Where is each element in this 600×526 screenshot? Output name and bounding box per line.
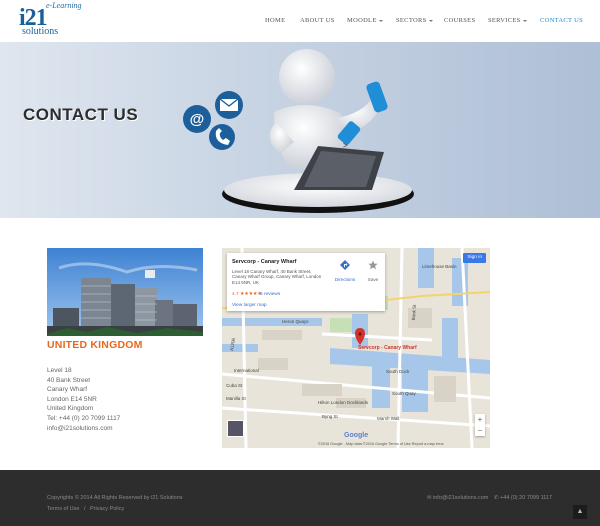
nav-services[interactable]: SERVICES <box>488 17 527 24</box>
location-map[interactable]: Heron Quays Bank St Cuba St Manilla St B… <box>222 248 490 448</box>
nav-sectors[interactable]: SECTORS <box>396 17 433 24</box>
nav-moodle[interactable]: MOODLE <box>347 17 383 24</box>
footer-links: Terms of Use / Privacy Policy <box>47 506 124 512</box>
map-label: South Dock <box>386 369 410 374</box>
address-line: 40 Bank Street <box>47 376 90 384</box>
svg-text:>: > <box>343 141 348 150</box>
address-line: United Kingdom <box>47 405 94 413</box>
satellite-toggle[interactable] <box>227 420 244 437</box>
svg-text:@: @ <box>190 111 205 128</box>
office-phone: Tel: +44 (0) 20 7099 1117 <box>47 414 121 422</box>
zoom-out-button[interactable]: − <box>475 425 485 436</box>
place-address: Level 18 Canary Wharf, 40 Bank Street, C… <box>232 269 322 285</box>
map-label: Marsh Wall <box>377 416 400 421</box>
directions-icon <box>340 260 350 270</box>
zoom-controls: + − <box>475 414 485 436</box>
map-marker-label: Servcorp - Canary Wharf <box>358 345 417 351</box>
sign-in-button[interactable]: Sign in <box>463 253 486 263</box>
page-title: CONTACT US <box>23 105 139 124</box>
map-label: Manilla St <box>226 396 246 401</box>
phone-icon: ✆ <box>493 495 499 501</box>
map-label: Byng St <box>322 414 338 419</box>
map-label: International <box>234 368 259 373</box>
office-building-photo <box>47 248 203 336</box>
footer-phone: +44 (0) 20 7099 1117 <box>500 495 552 501</box>
nav-moodle-label: MOODLE <box>347 17 377 24</box>
google-logo: Google <box>344 432 369 439</box>
map-label: Heron Quays <box>282 319 309 324</box>
view-larger-map-link[interactable]: View larger map <box>232 303 267 308</box>
site-header: e-Learning i21 solutions HOME ABOUT US M… <box>0 0 600 42</box>
terms-link[interactable]: Terms of Use <box>47 506 79 512</box>
save-button[interactable]: Save <box>363 257 383 282</box>
address-line: London E14 5NR <box>47 395 97 403</box>
chevron-down-icon <box>428 19 433 22</box>
site-footer: Copyrights © 2014 All Rights Reserved by… <box>0 470 600 526</box>
privacy-link[interactable]: Privacy Policy <box>90 506 124 512</box>
directions-label: Directions <box>334 277 356 282</box>
map-label: Limehouse Basin <box>422 264 457 269</box>
zoom-in-button[interactable]: + <box>475 414 485 425</box>
footer-email[interactable]: info@i21solutions.com <box>433 495 488 501</box>
place-name: Servcorp - Canary Wharf <box>232 259 297 265</box>
phone-icon <box>209 124 235 150</box>
map-attribution: ©2016 Google - Map data ©2016 Google Ter… <box>318 442 444 446</box>
map-label: Hilton London Docklands <box>318 400 369 405</box>
place-rating: 4.7 ★★★★★ <box>232 292 262 297</box>
nav-home[interactable]: HOME <box>265 17 285 24</box>
main-nav: HOME ABOUT US MOODLE SECTORS COURSES SER… <box>0 17 600 29</box>
link-separator: / <box>83 506 86 512</box>
footer-contact: ✉ info@i21solutions.com ✆ +44 (0) 20 709… <box>427 495 552 501</box>
copyright-text: Copyrights © 2014 All Rights Reserved by… <box>47 495 183 501</box>
nav-services-label: SERVICES <box>488 17 521 24</box>
chevron-down-icon <box>378 19 383 22</box>
directions-button[interactable]: Directions <box>331 257 359 282</box>
nav-contact-us[interactable]: CONTACT US <box>540 17 583 24</box>
map-label: South Quay <box>392 391 416 396</box>
star-icon <box>368 260 378 270</box>
office-email[interactable]: info@i21solutions.com <box>47 424 120 434</box>
logo-tagline: e-Learning <box>46 1 82 10</box>
office-address: Level 18 40 Bank Street Canary Wharf Lon… <box>47 366 120 433</box>
country-heading: UNITED KINGDOM <box>47 339 143 351</box>
hero-banner: CONTACT US @ > <box>0 42 600 218</box>
nav-about-us[interactable]: ABOUT US <box>300 17 335 24</box>
place-info-card: Servcorp - Canary Wharf Level 18 Canary … <box>227 253 385 311</box>
envelope-icon: ✉ <box>426 495 432 501</box>
nav-sectors-label: SECTORS <box>396 17 427 24</box>
place-reviews-link[interactable]: 5 reviews <box>260 292 280 297</box>
save-label: Save <box>367 277 379 282</box>
nav-courses[interactable]: COURSES <box>444 17 475 24</box>
contact-illustration: @ > <box>183 49 414 213</box>
chevron-down-icon <box>522 19 527 22</box>
address-line: Level 18 <box>47 367 72 374</box>
map-label: Cuba St <box>226 383 243 388</box>
back-to-top-button[interactable]: ▲ <box>573 505 587 519</box>
address-line: Canary Wharf <box>47 386 88 394</box>
